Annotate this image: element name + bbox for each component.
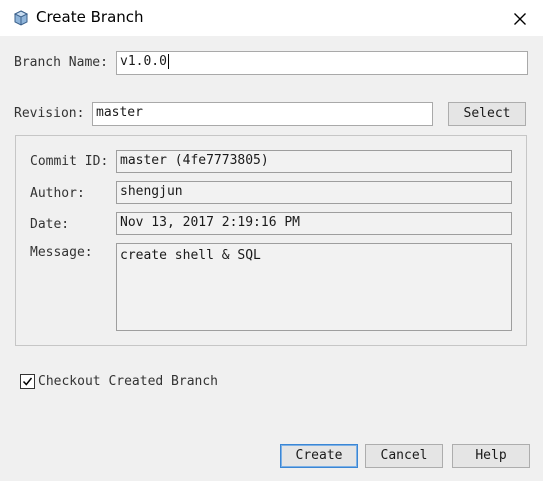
revision-input[interactable]: master	[92, 102, 433, 126]
message-label: Message:	[30, 245, 93, 260]
help-button[interactable]: Help	[452, 444, 530, 468]
date-field: Nov 13, 2017 2:19:16 PM	[116, 212, 512, 235]
branch-name-input[interactable]: v1.0.0	[116, 51, 528, 75]
commit-id-field: master (4fe7773805)	[116, 150, 512, 173]
cancel-button[interactable]: Cancel	[365, 444, 443, 468]
window-title: Create Branch	[36, 8, 144, 26]
branch-name-label: Branch Name:	[14, 55, 108, 70]
date-label: Date:	[30, 217, 70, 232]
author-label: Author:	[30, 186, 85, 201]
branch-name-value: v1.0.0	[120, 54, 167, 69]
checkout-checkbox[interactable]	[20, 374, 35, 389]
revision-label: Revision:	[14, 106, 85, 121]
checkout-label[interactable]: Checkout Created Branch	[38, 374, 218, 389]
cube-icon	[13, 10, 29, 26]
close-icon	[514, 13, 526, 25]
commit-id-label: Commit ID:	[30, 154, 109, 169]
create-button[interactable]: Create	[280, 444, 358, 468]
select-button[interactable]: Select	[448, 102, 526, 126]
author-field: shengjun	[116, 181, 512, 204]
close-button[interactable]	[505, 6, 535, 32]
text-caret	[167, 54, 169, 69]
checkmark-icon	[22, 377, 33, 386]
message-field: create shell & SQL	[116, 243, 512, 331]
